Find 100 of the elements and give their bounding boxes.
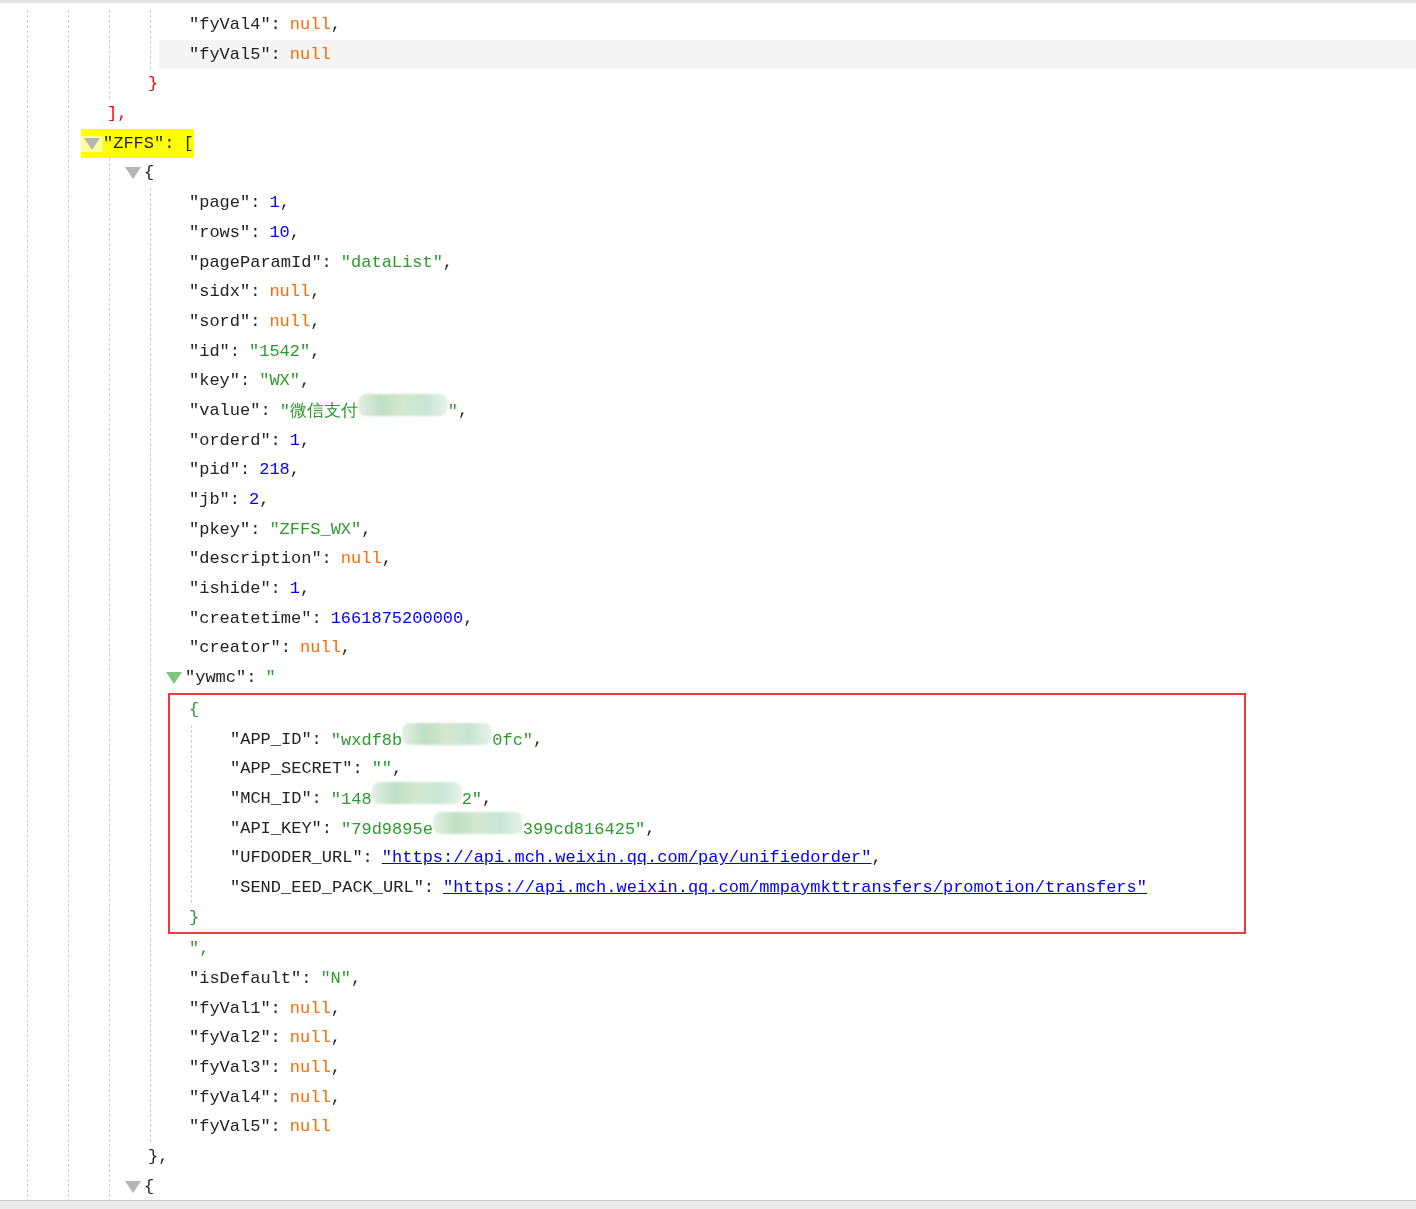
bracket: ], [107, 103, 128, 126]
bracket: { [144, 1175, 155, 1198]
bracket: [ [183, 132, 194, 155]
json-key: "rows": [189, 217, 261, 248]
collapse-toggle[interactable] [81, 135, 103, 152]
json-key: "APP_ID": [230, 724, 322, 755]
json-key: "pkey": [189, 514, 261, 545]
punctuation: , [645, 817, 656, 840]
punctuation: , [361, 518, 372, 541]
json-key: "UFDODER_URL": [230, 843, 373, 873]
json-value: "N" [320, 968, 352, 990]
horizontal-scrollbar[interactable] [0, 1200, 1416, 1209]
punctuation: , [330, 14, 341, 36]
punctuation: , [533, 728, 544, 751]
json-key: "description": [189, 544, 332, 575]
punctuation: , [300, 370, 311, 393]
json-value: 1661875200000 [330, 607, 464, 630]
json-key: "sord": [189, 306, 261, 337]
json-key: "fyVal4": [189, 10, 281, 40]
url-link[interactable]: "https://api.mch.weixin.qq.com/mmpaymkttransfers/promotion/transfers" [443, 872, 1147, 903]
punctuation: , [259, 489, 270, 511]
json-value: "" [371, 758, 393, 781]
json-value: ", [189, 938, 210, 961]
json-key: "page": [189, 188, 261, 218]
json-value: "微信支付 [279, 402, 358, 422]
json-value: " [447, 402, 459, 422]
punctuation: , [330, 1057, 341, 1080]
json-value: null [289, 1086, 331, 1109]
json-value: null [269, 310, 311, 333]
punctuation: , [340, 637, 352, 660]
punctuation: , [463, 607, 474, 630]
json-key: "ywmc": [185, 663, 257, 693]
bracket: { [144, 162, 155, 185]
json-value: null [289, 1057, 331, 1080]
bracket: } [189, 906, 200, 929]
json-key: "value": [189, 395, 271, 426]
punctuation: , [871, 847, 882, 870]
json-value: "ZFFS_WX" [269, 518, 362, 541]
json-key: "pageParamId": [189, 247, 332, 278]
collapse-toggle[interactable] [122, 1178, 144, 1195]
json-value: 10 [269, 221, 290, 244]
json-key: "jb": [189, 485, 240, 515]
punctuation: , [310, 340, 321, 363]
json-value: null [289, 1027, 331, 1050]
json-key: "pid": [189, 455, 251, 485]
json-value: null [269, 281, 311, 304]
json-value: "wxdf8b [330, 731, 403, 750]
punctuation: , [330, 1086, 341, 1109]
json-key: "orderd": [189, 425, 281, 456]
json-key: "key": [189, 366, 251, 396]
json-value: null [289, 14, 331, 36]
punctuation: , [330, 997, 341, 1020]
bracket: } [148, 73, 159, 96]
punctuation: , [279, 192, 290, 215]
punctuation: , [482, 787, 493, 810]
json-value: "1542" [249, 340, 311, 363]
json-value: "WX" [259, 370, 301, 393]
url-link[interactable]: "https://api.mch.weixin.qq.com/pay/unifiedorder" [381, 843, 872, 873]
punctuation: , [300, 578, 311, 601]
bracket: }, [148, 1146, 169, 1169]
json-value: 2" [461, 790, 483, 810]
json-key: "fyVal1": [189, 993, 281, 1024]
punctuation: , [289, 221, 301, 244]
punctuation: , [351, 968, 362, 990]
json-value: null [289, 1116, 331, 1139]
json-key: "ishide": [189, 574, 281, 604]
json-key: "SEND_EED_PACK_URL": [230, 872, 435, 903]
punctuation: , [381, 548, 392, 571]
json-key: "fyVal5": [189, 1112, 281, 1143]
punctuation: , [442, 251, 454, 274]
json-key: "creator": [189, 633, 292, 664]
punctuation: , [458, 399, 469, 422]
collapse-toggle[interactable] [163, 669, 185, 686]
punctuation: , [330, 1027, 341, 1050]
json-value: null [340, 548, 382, 571]
json-key: "MCH_ID": [230, 783, 322, 814]
punctuation: , [310, 281, 321, 304]
json-key: "sidx": [189, 277, 261, 307]
json-value: null [289, 997, 331, 1020]
punctuation: , [310, 310, 321, 333]
json-key: "createtime": [189, 603, 322, 634]
json-key: "API_KEY": [230, 813, 333, 844]
json-value: " [265, 667, 276, 690]
json-value: "79d9895e [341, 820, 433, 840]
json-value: 1 [289, 429, 301, 452]
json-key: "fyVal3": [189, 1053, 281, 1083]
json-key: "APP_SECRET": [230, 754, 363, 784]
json-key: "id": [189, 336, 240, 367]
punctuation: , [289, 459, 301, 482]
json-value: 1 [269, 192, 280, 215]
punctuation: , [300, 429, 311, 452]
bracket: { [189, 698, 200, 721]
punctuation: , [392, 758, 403, 781]
json-key: "ZFFS": [103, 128, 175, 159]
json-value: "148 [330, 790, 372, 810]
json-value: 218 [259, 459, 290, 482]
json-value: "dataList" [340, 251, 443, 274]
json-value: 399cd816425" [522, 820, 646, 840]
json-value: 0fc" [492, 731, 534, 750]
json-value: null [289, 43, 331, 66]
